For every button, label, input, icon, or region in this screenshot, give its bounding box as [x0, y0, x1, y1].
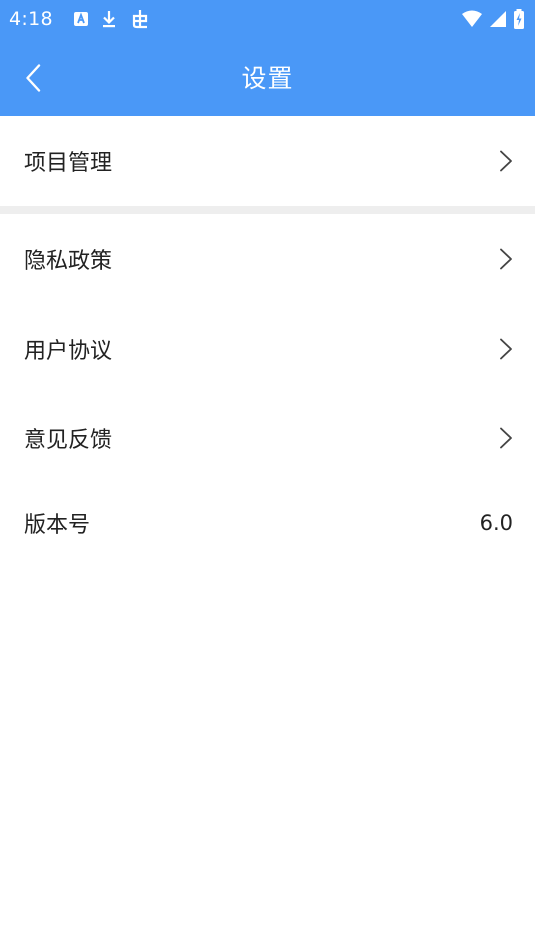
signal-icon [489, 10, 507, 28]
chevron-right-icon [499, 427, 513, 449]
debug-bug-icon [129, 8, 151, 30]
wifi-icon [461, 10, 483, 28]
settings-item-user-agreement[interactable]: 用户协议 [0, 304, 535, 393]
status-system-icons [461, 9, 525, 29]
battery-charging-icon [513, 9, 525, 29]
section-divider [0, 206, 535, 214]
chevron-right-icon [499, 150, 513, 172]
version-number: 6.0 [479, 511, 513, 535]
app-bar: 设置 [0, 38, 535, 116]
download-icon [101, 9, 117, 29]
chevron-right-icon [499, 338, 513, 360]
status-notification-icons [73, 8, 151, 30]
chevron-right-icon [499, 248, 513, 270]
text-notification-icon [73, 11, 89, 27]
settings-item-label: 意见反馈 [24, 427, 113, 453]
settings-item-project-management[interactable]: 项目管理 [0, 116, 535, 206]
status-time: 4:18 [9, 8, 53, 30]
settings-item-privacy-policy[interactable]: 隐私政策 [0, 214, 535, 304]
settings-item-label: 项目管理 [24, 151, 113, 176]
page-title: 设置 [241, 64, 294, 93]
settings-item-label: 版本号 [24, 513, 91, 538]
settings-item-version: 版本号 6.0 [0, 482, 535, 564]
status-bar: 4:18 [0, 0, 535, 38]
back-button[interactable] [18, 61, 48, 95]
settings-item-label: 隐私政策 [24, 249, 113, 274]
back-arrow-icon [25, 64, 41, 92]
settings-item-feedback[interactable]: 意见反馈 [0, 393, 535, 482]
settings-item-label: 用户协议 [24, 338, 113, 364]
